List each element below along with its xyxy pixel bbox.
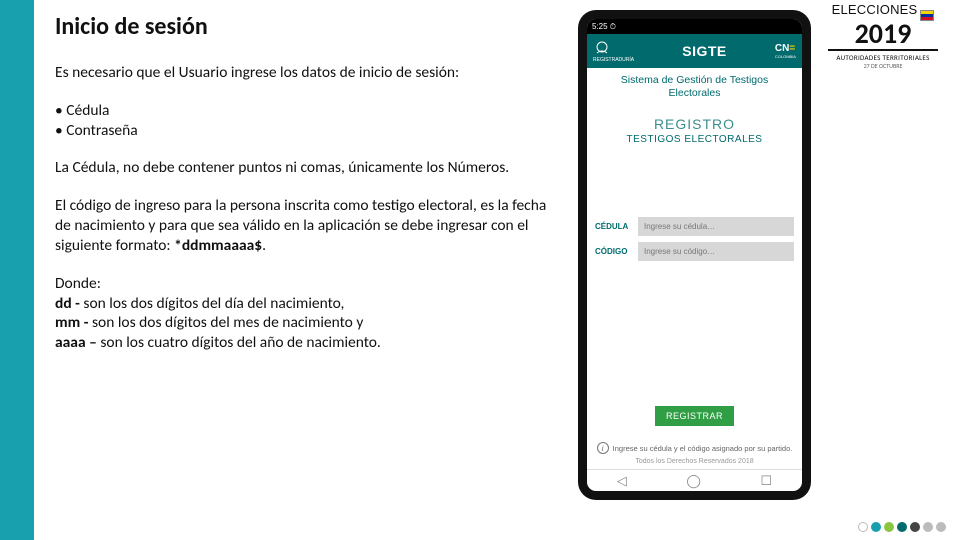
bullet-list: • Cédula • Contraseña — [55, 101, 565, 141]
dot — [910, 522, 920, 532]
elecciones-year: 2019 — [824, 21, 942, 46]
slide-dots — [858, 522, 946, 532]
app-subtitle: Sistema de Gestión de Testigos Electoral… — [587, 68, 802, 100]
info-icon: i — [597, 442, 609, 454]
bullet-cedula: • Cédula — [55, 101, 565, 121]
app-name: SIGTE — [682, 43, 727, 59]
dot — [897, 522, 907, 532]
dd-text: son los dos dígitos del día del nacimien… — [80, 294, 345, 313]
codigo-note-c: . — [262, 236, 266, 255]
slide-accent-bar — [0, 0, 34, 540]
nav-recent-icon[interactable]: ☐ — [761, 474, 773, 487]
dot — [858, 522, 868, 532]
dot — [884, 522, 894, 532]
android-navbar: ◁ ◯ ☐ — [587, 469, 802, 491]
codigo-row: CÓDIGO Ingrese su código… — [587, 242, 802, 261]
registro-heading: REGISTRO — [587, 100, 802, 132]
testigos-subheading: TESTIGOS ELECTORALES — [587, 132, 802, 145]
colombia-flag-icon — [920, 10, 934, 21]
cedula-note: La Cédula, no debe contener puntos ni co… — [55, 158, 565, 178]
codigo-note-a: El código de ingreso para la persona ins… — [55, 196, 546, 255]
text-content: Inicio de sesión Es necesario que el Usu… — [55, 12, 565, 353]
registrar-button[interactable]: REGISTRAR — [655, 406, 734, 426]
app-bar: REGISTRADURÍA SIGTE CN= COLOMBIA — [587, 34, 802, 68]
mm-text: son los dos dígitos del mes de nacimient… — [88, 313, 363, 332]
intro-text: Es necesario que el Usuario ingrese los … — [55, 63, 565, 83]
nav-home-icon[interactable]: ◯ — [686, 474, 701, 487]
phone-screen: 5:25 ⏱ REGISTRADURÍA SIGTE CN= COLOMBIA … — [587, 19, 802, 491]
bullet-contrasena: • Contraseña — [55, 121, 565, 141]
donde-block: Donde: dd - son los dos dígitos del día … — [55, 274, 565, 353]
dd-bold: dd - — [55, 294, 80, 313]
page-title: Inicio de sesión — [55, 12, 565, 41]
aaaa-bold: aaaa – — [55, 333, 97, 352]
dot — [871, 522, 881, 532]
nav-back-icon[interactable]: ◁ — [617, 474, 627, 487]
hint-text: Ingrese su cédula y el código asignado p… — [613, 444, 793, 453]
fecha-text: 27 DE OCTUBRE — [824, 62, 942, 70]
cedula-input[interactable]: Ingrese su cédula… — [638, 217, 794, 236]
codigo-input[interactable]: Ingrese su código… — [638, 242, 794, 261]
dot — [923, 522, 933, 532]
dot — [936, 522, 946, 532]
cedula-label: CÉDULA — [595, 222, 633, 231]
cne-logo: CN= COLOMBIA — [775, 44, 796, 59]
autoridades-text: AUTORIDADES TERRITORIALES — [824, 53, 942, 62]
phone-mockup: 5:25 ⏱ REGISTRADURÍA SIGTE CN= COLOMBIA … — [578, 10, 811, 500]
aaaa-text: son los cuatro dígitos del año de nacimi… — [97, 333, 381, 352]
status-time: 5:25 ⏱ — [592, 22, 616, 32]
cedula-row: CÉDULA Ingrese su cédula… — [587, 217, 802, 236]
hint-row: i Ingrese su cédula y el código asignado… — [587, 440, 802, 454]
donde-label: Donde: — [55, 274, 101, 293]
codigo-note: El código de ingreso para la persona ins… — [55, 196, 565, 255]
registraduria-logo: REGISTRADURÍA — [593, 40, 634, 63]
status-bar: 5:25 ⏱ — [587, 19, 802, 34]
codigo-format: *ddmmaaaa$ — [174, 236, 262, 255]
codigo-label: CÓDIGO — [595, 247, 633, 256]
elecciones-text: ELECCIONES — [832, 2, 918, 17]
elecciones-logo: ELECCIONES 2019 AUTORIDADES TERRITORIALE… — [824, 2, 942, 70]
screen-footer: Todos los Derechos Reservados 2018 — [587, 454, 802, 469]
mm-bold: mm - — [55, 313, 88, 332]
